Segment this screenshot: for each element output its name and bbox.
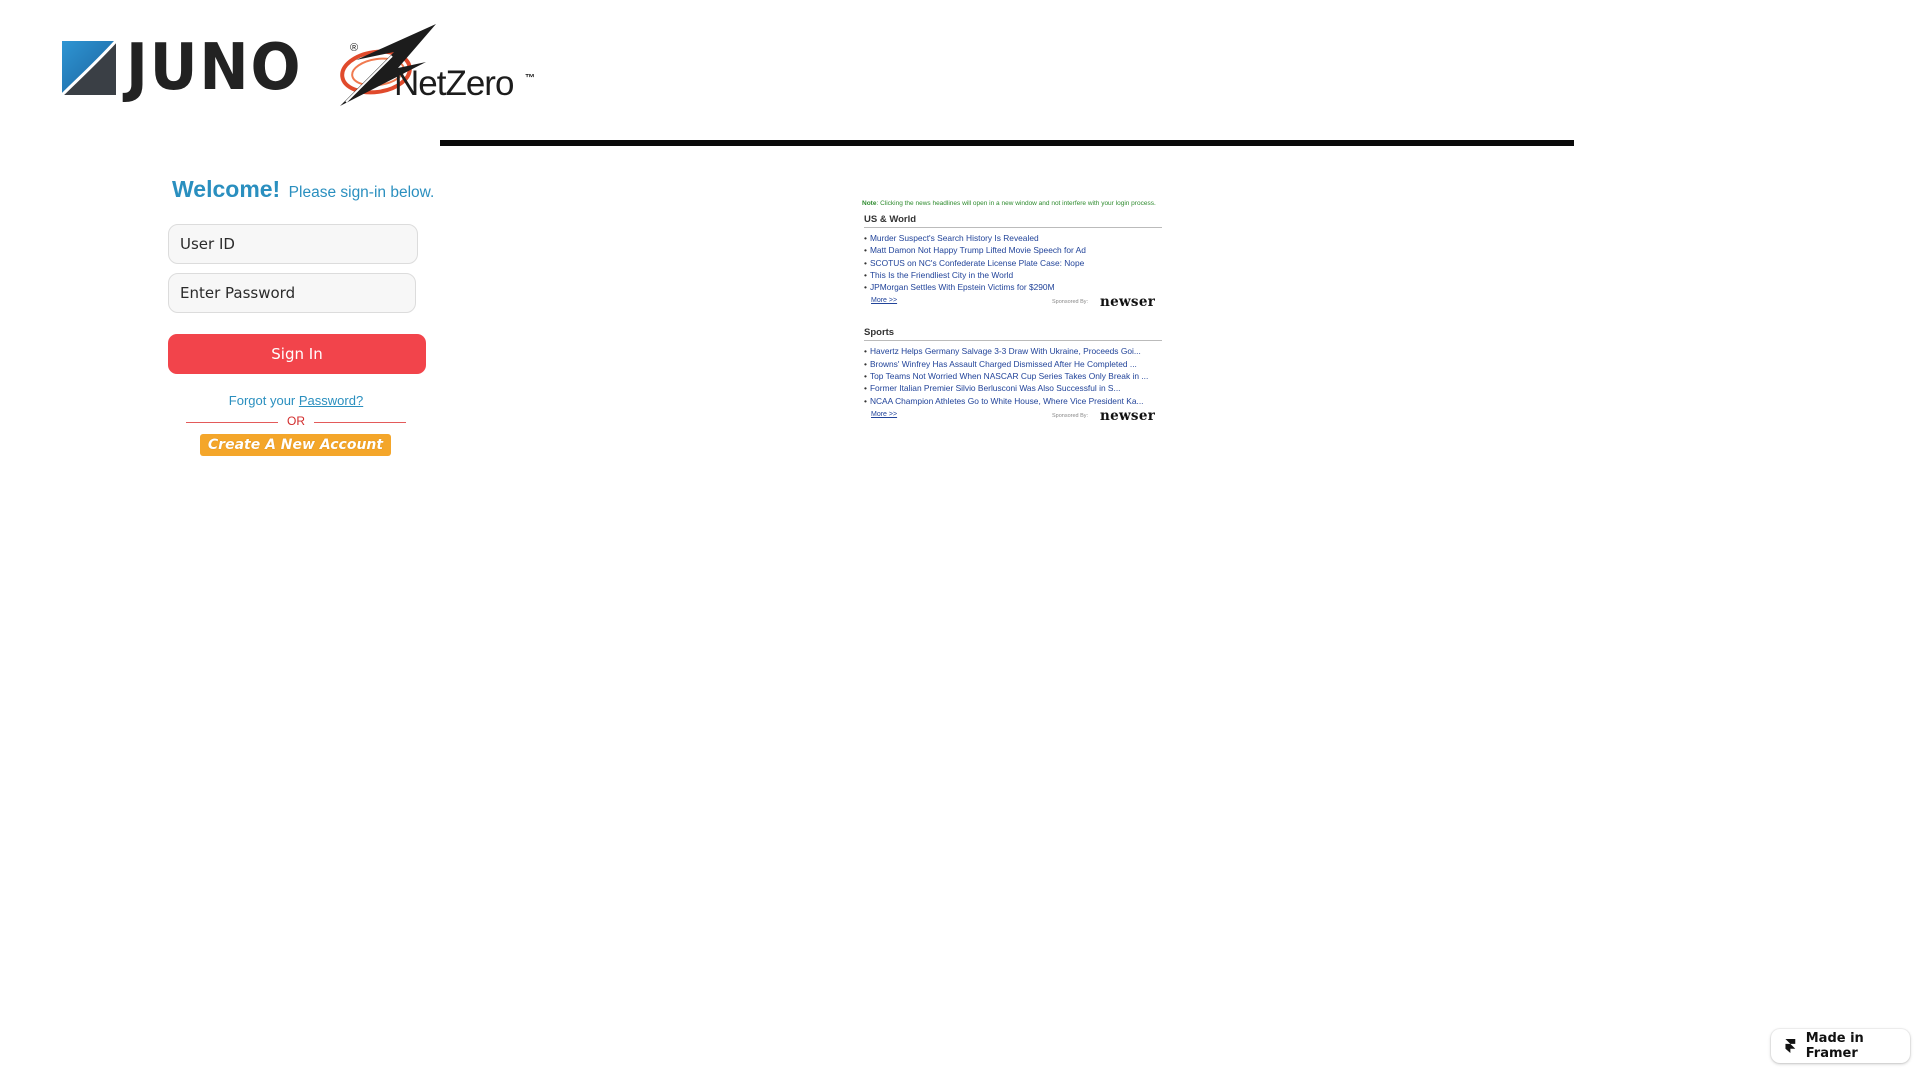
news-item[interactable]: • Former Italian Premier Silvio Berluscon… xyxy=(862,382,1162,394)
password-input[interactable] xyxy=(168,273,416,313)
bullet-icon: • xyxy=(864,269,867,280)
news-list: • Havertz Helps Germany Salvage 3-3 Draw … xyxy=(862,345,1162,406)
welcome-heading: Welcome! Please sign-in below. xyxy=(172,176,434,203)
news-item[interactable]: • This Is the Friendliest City in the Wor… xyxy=(862,269,1162,281)
news-widget: Note: Clicking the news headlines will o… xyxy=(862,200,1162,441)
bullet-icon: • xyxy=(864,395,867,406)
newser-logo[interactable]: newser xyxy=(1100,294,1155,310)
newser-logo[interactable]: newser xyxy=(1100,408,1155,424)
bullet-icon: • xyxy=(864,383,867,394)
news-headline: This Is the Friendliest City in the Worl… xyxy=(869,269,1014,280)
framer-badge-label: Made in Framer xyxy=(1805,1031,1864,1061)
or-label: OR xyxy=(287,414,305,428)
news-headline: NCAA Champion Athletes Go to White House… xyxy=(869,395,1144,406)
news-item[interactable]: • Murder Suspect's Search History Is Reve… xyxy=(862,232,1162,244)
news-item[interactable]: • Top Teams Not Worried When NASCAR Cup S… xyxy=(862,370,1162,382)
news-headline: Former Italian Premier Silvio Berlusconi… xyxy=(869,383,1121,394)
news-list: • Murder Suspect's Search History Is Reve… xyxy=(862,232,1162,293)
news-section-footer: More >> Sponsored By: newser xyxy=(862,294,1162,311)
sponsored-by-label: Sponsored By: xyxy=(1052,412,1089,419)
user-id-input[interactable] xyxy=(168,224,418,264)
netzero-logo-text: NetZero xyxy=(394,64,514,103)
bullet-icon: • xyxy=(864,245,867,256)
news-headline: Havertz Helps Germany Salvage 3-3 Draw W… xyxy=(869,346,1141,357)
bullet-icon: • xyxy=(864,371,867,382)
news-section-sports: Sports • Havertz Helps Germany Salvage 3-… xyxy=(862,327,1162,424)
welcome-title: Welcome! xyxy=(172,176,281,202)
bullet-icon: • xyxy=(864,358,867,369)
news-headline: SCOTUS on NC's Confederate License Plate… xyxy=(869,257,1085,268)
juno-logo-text: JUNO xyxy=(126,31,303,105)
news-note: Note: Clicking the news headlines will o… xyxy=(862,200,1162,207)
news-section-heading: US & World xyxy=(864,214,1162,228)
bullet-icon: • xyxy=(864,346,867,357)
news-item[interactable]: • SCOTUS on NC's Confederate License Plat… xyxy=(862,257,1162,269)
sponsored-by-label: Sponsored By: xyxy=(1052,299,1089,306)
login-page: JUNO ® NetZero ™ Welcome! Please sign-in… xyxy=(0,0,1920,1080)
news-note-text: : Clicking the news headlines will open … xyxy=(876,200,1156,207)
or-divider-right-line xyxy=(314,422,406,423)
news-section-heading: Sports xyxy=(864,327,1162,342)
framer-icon xyxy=(1785,1039,1796,1053)
sign-in-button-label: Sign In xyxy=(271,345,323,363)
more-news-link[interactable]: More >> xyxy=(871,411,897,418)
news-item[interactable]: • Matt Damon Not Happy Trump Lifted Movie… xyxy=(862,244,1162,256)
news-headline: Murder Suspect's Search History Is Revea… xyxy=(869,233,1039,243)
news-item[interactable]: • Browns' Winfrey Has Assault Charged Dis… xyxy=(862,358,1162,370)
create-account-button[interactable]: Create A New Account xyxy=(200,434,391,456)
news-section-footer: More >> Sponsored By: newser xyxy=(862,408,1162,425)
welcome-subtitle: Please sign-in below. xyxy=(288,184,435,201)
news-headline: Browns' Winfrey Has Assault Charged Dism… xyxy=(869,358,1137,369)
bullet-icon: • xyxy=(864,257,867,268)
news-note-label: Note xyxy=(862,200,877,207)
bullet-icon: • xyxy=(864,282,867,293)
or-divider: OR xyxy=(186,414,406,430)
news-item[interactable]: • NCAA Champion Athletes Go to White Hous… xyxy=(862,395,1162,407)
header-divider xyxy=(440,140,1574,146)
netzero-logo[interactable]: NetZero ™ xyxy=(336,22,546,106)
news-item[interactable]: • JPMorgan Settles With Epstein Victims f… xyxy=(862,281,1162,293)
news-headline: Matt Damon Not Happy Trump Lifted Movie … xyxy=(869,245,1086,256)
news-headline: Top Teams Not Worried When NASCAR Cup Se… xyxy=(869,371,1149,382)
trademark-mark: ™ xyxy=(525,73,535,84)
news-headline: JPMorgan Settles With Epstein Victims fo… xyxy=(869,282,1055,293)
forgot-password-link[interactable]: Password? xyxy=(299,393,363,408)
news-section-us-world: US & World • Murder Suspect's Search Hist… xyxy=(862,214,1162,311)
made-in-framer-badge[interactable]: Made in Framer xyxy=(1771,1029,1910,1063)
juno-logo[interactable]: JUNO ® xyxy=(62,31,358,105)
more-news-link[interactable]: More >> xyxy=(871,297,897,304)
create-account-label: Create A New Account xyxy=(207,437,384,453)
sign-in-button[interactable]: Sign In xyxy=(168,334,426,374)
bullet-icon: • xyxy=(864,233,867,243)
forgot-password-row: Forgot your Password? xyxy=(168,393,424,408)
forgot-password-prefix: Forgot your xyxy=(228,393,296,408)
news-item[interactable]: • Havertz Helps Germany Salvage 3-3 Draw … xyxy=(862,345,1162,357)
juno-mark-icon xyxy=(62,41,116,95)
